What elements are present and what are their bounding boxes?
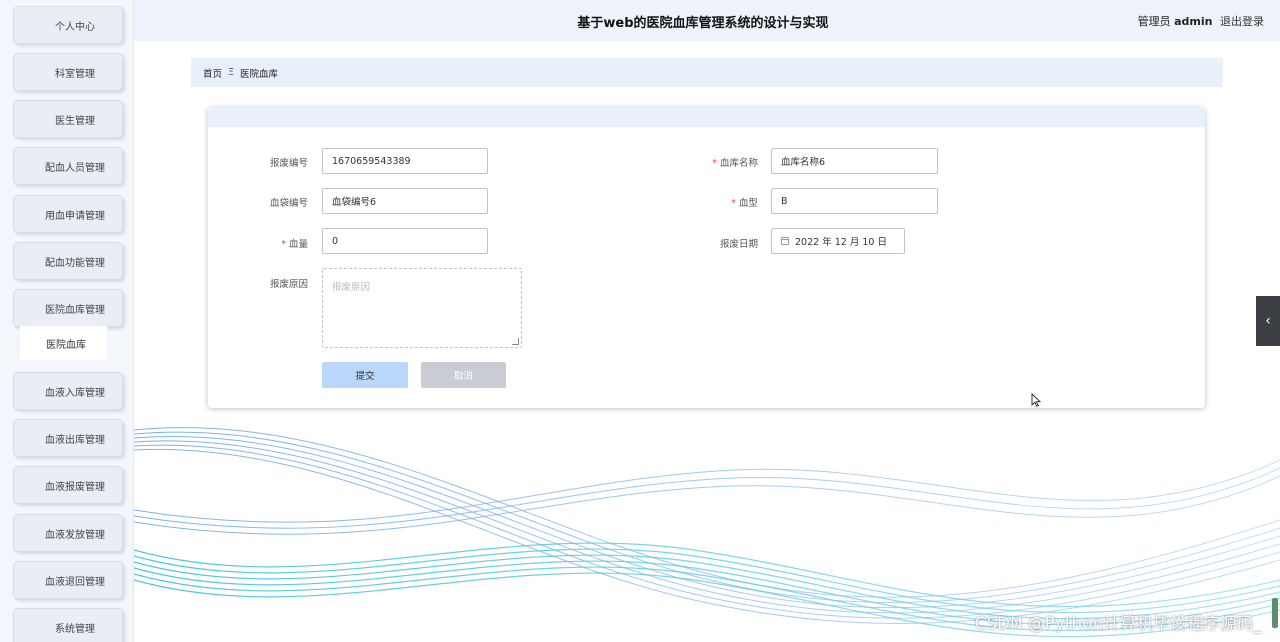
sidebar-item-blood-inbound[interactable]: 血液入库管理 [13,372,123,410]
resize-handle-icon[interactable] [512,338,519,345]
mouse-cursor-icon [1031,393,1041,407]
bank-name-label-text: 血库名称 [719,158,758,169]
amount-input[interactable]: 0 [322,228,488,254]
sidebar-item-label: 系统管理 [55,623,95,635]
blood-type-label-text: 血型 [738,198,758,209]
amount-label-text: 血量 [288,239,308,250]
reason-label-text: 报废原因 [269,279,308,290]
sidebar-item-blood-scrap[interactable]: 血液报废管理 [13,466,123,504]
sidebar-subitem-label: 医院血库 [46,339,86,351]
sidebar-item-label: 血液退回管理 [45,576,105,588]
logout-link[interactable]: 退出登录 [1220,15,1264,28]
sidebar-item-label: 医院血库管理 [45,304,105,316]
sidebar-item-blood-outbound[interactable]: 血液出库管理 [13,419,123,457]
sidebar-item-blood-matching[interactable]: 配血功能管理 [13,242,123,280]
breadcrumb-home[interactable]: 首页 [203,66,222,80]
sidebar-item-personal-center[interactable]: 个人中心 [13,6,123,44]
sidebar-item-label: 配血人员管理 [45,162,105,174]
scrap-no-input[interactable]: 1670659543389 [322,148,488,174]
reason-placeholder: 报废原因 [332,282,371,293]
breadcrumb: 首页 Ξ 医院血库 [191,58,1223,87]
sidebar-item-blood-bank[interactable]: 医院血库管理 [13,289,123,327]
sidebar-item-blood-request[interactable]: 用血申请管理 [13,195,123,233]
sidebar-item-label: 配血功能管理 [45,257,105,269]
scrollbar-thumb[interactable] [1272,598,1278,628]
scrap-date-value: 2022 年 12 月 10 日 [795,237,887,248]
sidebar-item-label: 血液出库管理 [45,434,105,446]
scrap-date-label: 报废日期 [658,236,758,250]
card-header [208,107,1205,127]
bag-no-input[interactable]: 血袋编号6 [322,188,488,214]
sidebar-item-label: 血液发放管理 [45,529,105,541]
app-title: 基于web的医院血库管理系统的设计与实现 [577,16,829,31]
calendar-icon [781,237,789,245]
sidebar: 个人中心 科室管理 医生管理 配血人员管理 用血申请管理 配血功能管理 医院血库… [0,0,134,642]
user-name: admin [1174,15,1213,28]
csdn-watermark: CSDN @Python计算机毕设程序源码_ [974,614,1262,633]
sidebar-item-department[interactable]: 科室管理 [13,53,123,91]
sidebar-item-label: 血液报废管理 [45,481,105,493]
blood-type-input[interactable]: B [771,188,938,214]
breadcrumb-separator-icon: Ξ [228,67,235,78]
blood-type-label: * 血型 [658,195,758,209]
submit-button[interactable]: 提交 [322,362,408,388]
required-mark: * [281,239,286,250]
sidebar-item-label: 医生管理 [55,115,95,127]
chevron-left-icon: ‹ [1265,313,1271,329]
sidebar-item-blood-issue[interactable]: 血液发放管理 [13,514,123,552]
sidebar-item-label: 个人中心 [55,21,95,33]
cancel-button[interactable]: 取消 [421,362,506,388]
sidebar-item-label: 科室管理 [55,68,95,80]
sidebar-subitem-blood-bank[interactable]: 医院血库 [20,326,107,360]
sidebar-item-label: 用血申请管理 [45,210,105,222]
user-area: 管理员 admin 退出登录 [1138,13,1264,29]
scrap-date-picker[interactable]: 2022 年 12 月 10 日 [771,228,905,254]
bank-name-label: * 血库名称 [658,155,758,169]
amount-label: * 血量 [208,236,308,250]
sidebar-item-label: 血液入库管理 [45,387,105,399]
background-waves [134,427,1280,638]
sidebar-item-doctor[interactable]: 医生管理 [13,100,123,138]
reason-textarea[interactable]: 报废原因 [322,268,522,348]
sidebar-item-blood-return[interactable]: 血液退回管理 [13,561,123,599]
bag-no-label-text: 血袋编号 [269,198,308,209]
required-mark: * [712,158,717,169]
top-header: 基于web的医院血库管理系统的设计与实现 管理员 admin 退出登录 [134,0,1280,41]
bag-no-label: 血袋编号 [208,195,308,209]
scrap-form-card: 报废编号 1670659543389 血袋编号 血袋编号6 * 血量 0 报废原因… [208,107,1205,408]
reason-label: 报废原因 [208,276,308,290]
breadcrumb-current: 医院血库 [240,68,279,80]
scrap-no-label: 报废编号 [208,155,308,169]
sidebar-toggle-button[interactable]: ‹ [1256,296,1280,346]
scrap-no-label-text: 报废编号 [269,158,308,169]
user-role: 管理员 [1137,15,1171,28]
sidebar-item-system[interactable]: 系统管理 [13,608,123,642]
scrap-date-label-text: 报废日期 [719,239,758,250]
bank-name-input[interactable]: 血库名称6 [771,148,938,174]
required-mark: * [731,198,736,209]
sidebar-item-blood-matching-staff[interactable]: 配血人员管理 [13,147,123,185]
